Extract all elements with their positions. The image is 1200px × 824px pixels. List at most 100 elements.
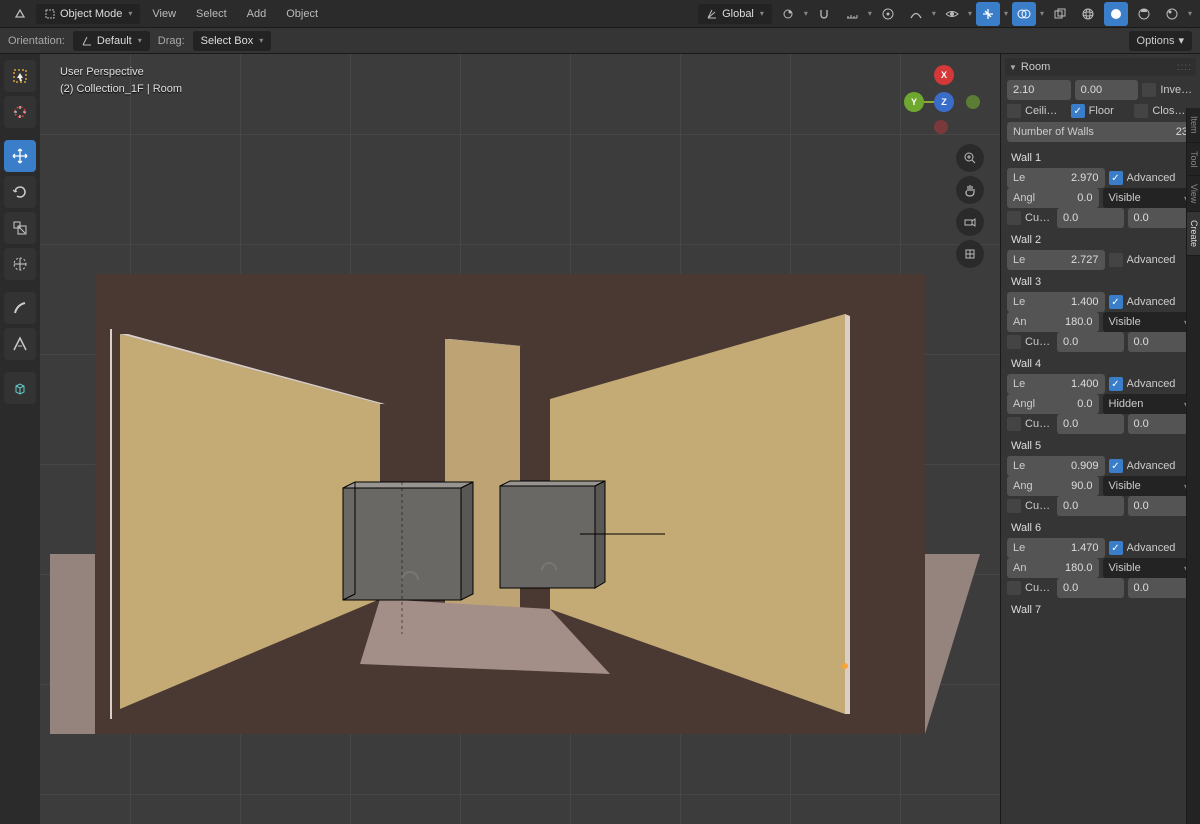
wall-curve-a-field[interactable]: 0.0 [1057, 414, 1124, 434]
nav-gizmo[interactable]: X Y Z [904, 62, 984, 142]
wall-length-field[interactable]: Le1.400 [1007, 374, 1105, 394]
chevron-down-icon[interactable]: ▾ [1004, 9, 1008, 18]
wall-advanced-check[interactable]: ✓Advanced [1109, 295, 1195, 309]
pan-icon[interactable] [956, 176, 984, 204]
room-field-2[interactable]: 0.00 [1075, 80, 1139, 100]
ceiling-check[interactable]: Ceili… [1007, 104, 1067, 118]
wall-label: Wall 7 [1007, 598, 1194, 620]
pivot-icon[interactable] [776, 2, 800, 26]
tool-annotate[interactable] [4, 292, 36, 324]
wall-curve-check[interactable]: Cur… [1007, 417, 1053, 431]
shading-matprev-icon[interactable] [1132, 2, 1156, 26]
tool-cursor[interactable] [4, 96, 36, 128]
wall-length-field[interactable]: Le2.727 [1007, 250, 1105, 270]
room-panel-header[interactable]: ▼ Room :::: [1005, 58, 1196, 76]
editor-type-icon[interactable] [8, 2, 32, 26]
options-dropdown[interactable]: Options ▾ [1129, 31, 1192, 51]
tab-create[interactable]: Create [1187, 212, 1200, 256]
wall-curve-check[interactable]: Cur… [1007, 581, 1053, 595]
wall-curve-check[interactable]: Cur… [1007, 499, 1053, 513]
room-field-1[interactable]: 2.10 [1007, 80, 1071, 100]
gizmo-z-axis[interactable]: Z [934, 92, 954, 112]
wall-curve-a-field[interactable]: 0.0 [1057, 208, 1124, 228]
wall-visibility-dropdown[interactable]: Hidden▾ [1103, 394, 1195, 414]
tool-scale[interactable] [4, 212, 36, 244]
shading-solid-icon[interactable] [1104, 2, 1128, 26]
wall-angle-field[interactable]: Angl0.0 [1007, 394, 1099, 414]
chevron-down-icon[interactable]: ▾ [1040, 9, 1044, 18]
tool-transform[interactable] [4, 248, 36, 280]
wall-length-field[interactable]: Le1.470 [1007, 538, 1105, 558]
tool-select-box[interactable] [4, 60, 36, 92]
gizmo-neg-axis[interactable] [934, 120, 948, 134]
tool-move[interactable] [4, 140, 36, 172]
wall-advanced-check[interactable]: ✓Advanced [1109, 377, 1195, 391]
gizmo-neg-axis[interactable] [966, 95, 980, 109]
viewport-3d[interactable]: User Perspective (2) Collection_1F | Roo… [40, 54, 1000, 824]
menu-select[interactable]: Select [188, 2, 235, 26]
mode-dropdown[interactable]: Object Mode ▾ [36, 4, 140, 24]
menu-view[interactable]: View [144, 2, 184, 26]
tab-view[interactable]: View [1187, 176, 1200, 212]
chevron-down-icon[interactable]: ▾ [1188, 9, 1192, 18]
wall-angle-field[interactable]: Angl0.0 [1007, 188, 1099, 208]
wall-advanced-check[interactable]: ✓Advanced [1109, 541, 1195, 555]
wall-length-field[interactable]: Le2.970 [1007, 168, 1105, 188]
wall-curve-b-field[interactable]: 0.0 [1128, 496, 1195, 516]
tool-rotate[interactable] [4, 176, 36, 208]
wall-angle-field[interactable]: Ang90.0 [1007, 476, 1099, 496]
menu-object[interactable]: Object [278, 2, 326, 26]
wall-angle-field[interactable]: An180.0 [1007, 558, 1099, 578]
wall-visibility-dropdown[interactable]: Visible▾ [1103, 476, 1195, 496]
chevron-down-icon[interactable]: ▾ [968, 9, 972, 18]
num-walls-field[interactable]: Number of Walls 23 [1007, 122, 1194, 142]
wall-curve-b-field[interactable]: 0.0 [1128, 578, 1195, 598]
shading-wireframe-icon[interactable] [1076, 2, 1100, 26]
tab-tool[interactable]: Tool [1187, 143, 1200, 177]
camera-view-icon[interactable] [956, 208, 984, 236]
wall-length-field[interactable]: Le1.400 [1007, 292, 1105, 312]
inverse-check[interactable]: Inve… [1142, 83, 1194, 97]
snap-icon[interactable] [812, 2, 836, 26]
visibility-toggle-icon[interactable] [940, 2, 964, 26]
wall-length-field[interactable]: Le0.909 [1007, 456, 1105, 476]
wall-advanced-check[interactable]: Advanced [1109, 253, 1195, 267]
overlay-toggle-icon[interactable] [1012, 2, 1036, 26]
wall-advanced-check[interactable]: ✓Advanced [1109, 459, 1195, 473]
drag-handle-icon[interactable]: :::: [1177, 62, 1192, 73]
wall-curve-check[interactable]: Cur… [1007, 211, 1053, 225]
proportional-edit-icon[interactable] [876, 2, 900, 26]
gizmo-y-axis[interactable]: Y [904, 92, 924, 112]
wall-curve-b-field[interactable]: 0.0 [1128, 332, 1195, 352]
wall-visibility-dropdown[interactable]: Visible▾ [1103, 188, 1195, 208]
wall-curve-a-field[interactable]: 0.0 [1057, 332, 1124, 352]
chevron-down-icon[interactable]: ▾ [932, 9, 936, 18]
floor-check[interactable]: ✓Floor [1071, 104, 1131, 118]
chevron-down-icon[interactable]: ▾ [868, 9, 872, 18]
wall-curve-b-field[interactable]: 0.0 [1128, 414, 1195, 434]
wall-advanced-check[interactable]: ✓Advanced [1109, 171, 1195, 185]
perspective-toggle-icon[interactable] [956, 240, 984, 268]
wall-curve-a-field[interactable]: 0.0 [1057, 496, 1124, 516]
wall-curve-a-field[interactable]: 0.0 [1057, 578, 1124, 598]
wall-visibility-dropdown[interactable]: Visible▾ [1103, 558, 1195, 578]
zoom-icon[interactable] [956, 144, 984, 172]
chevron-down-icon[interactable]: ▾ [804, 9, 808, 18]
gizmo-x-axis[interactable]: X [934, 65, 954, 85]
wall-visibility-dropdown[interactable]: Visible▾ [1103, 312, 1195, 332]
wall-angle-field[interactable]: An180.0 [1007, 312, 1099, 332]
snap-mode-icon[interactable] [840, 2, 864, 26]
tab-item[interactable]: Item [1187, 108, 1200, 143]
shading-rendered-icon[interactable] [1160, 2, 1184, 26]
transform-orientation-dropdown[interactable]: Global ▾ [698, 4, 772, 24]
gizmo-toggle-icon[interactable] [976, 2, 1000, 26]
drag-dropdown[interactable]: Select Box ▾ [193, 31, 272, 51]
wall-curve-check[interactable]: Cur… [1007, 335, 1053, 349]
xray-icon[interactable] [1048, 2, 1072, 26]
tool-add-cube[interactable] [4, 372, 36, 404]
orientation-dropdown[interactable]: Default ▾ [73, 31, 150, 51]
wall-curve-b-field[interactable]: 0.0 [1128, 208, 1195, 228]
tool-measure[interactable] [4, 328, 36, 360]
menu-add[interactable]: Add [239, 2, 275, 26]
proportional-falloff-icon[interactable] [904, 2, 928, 26]
